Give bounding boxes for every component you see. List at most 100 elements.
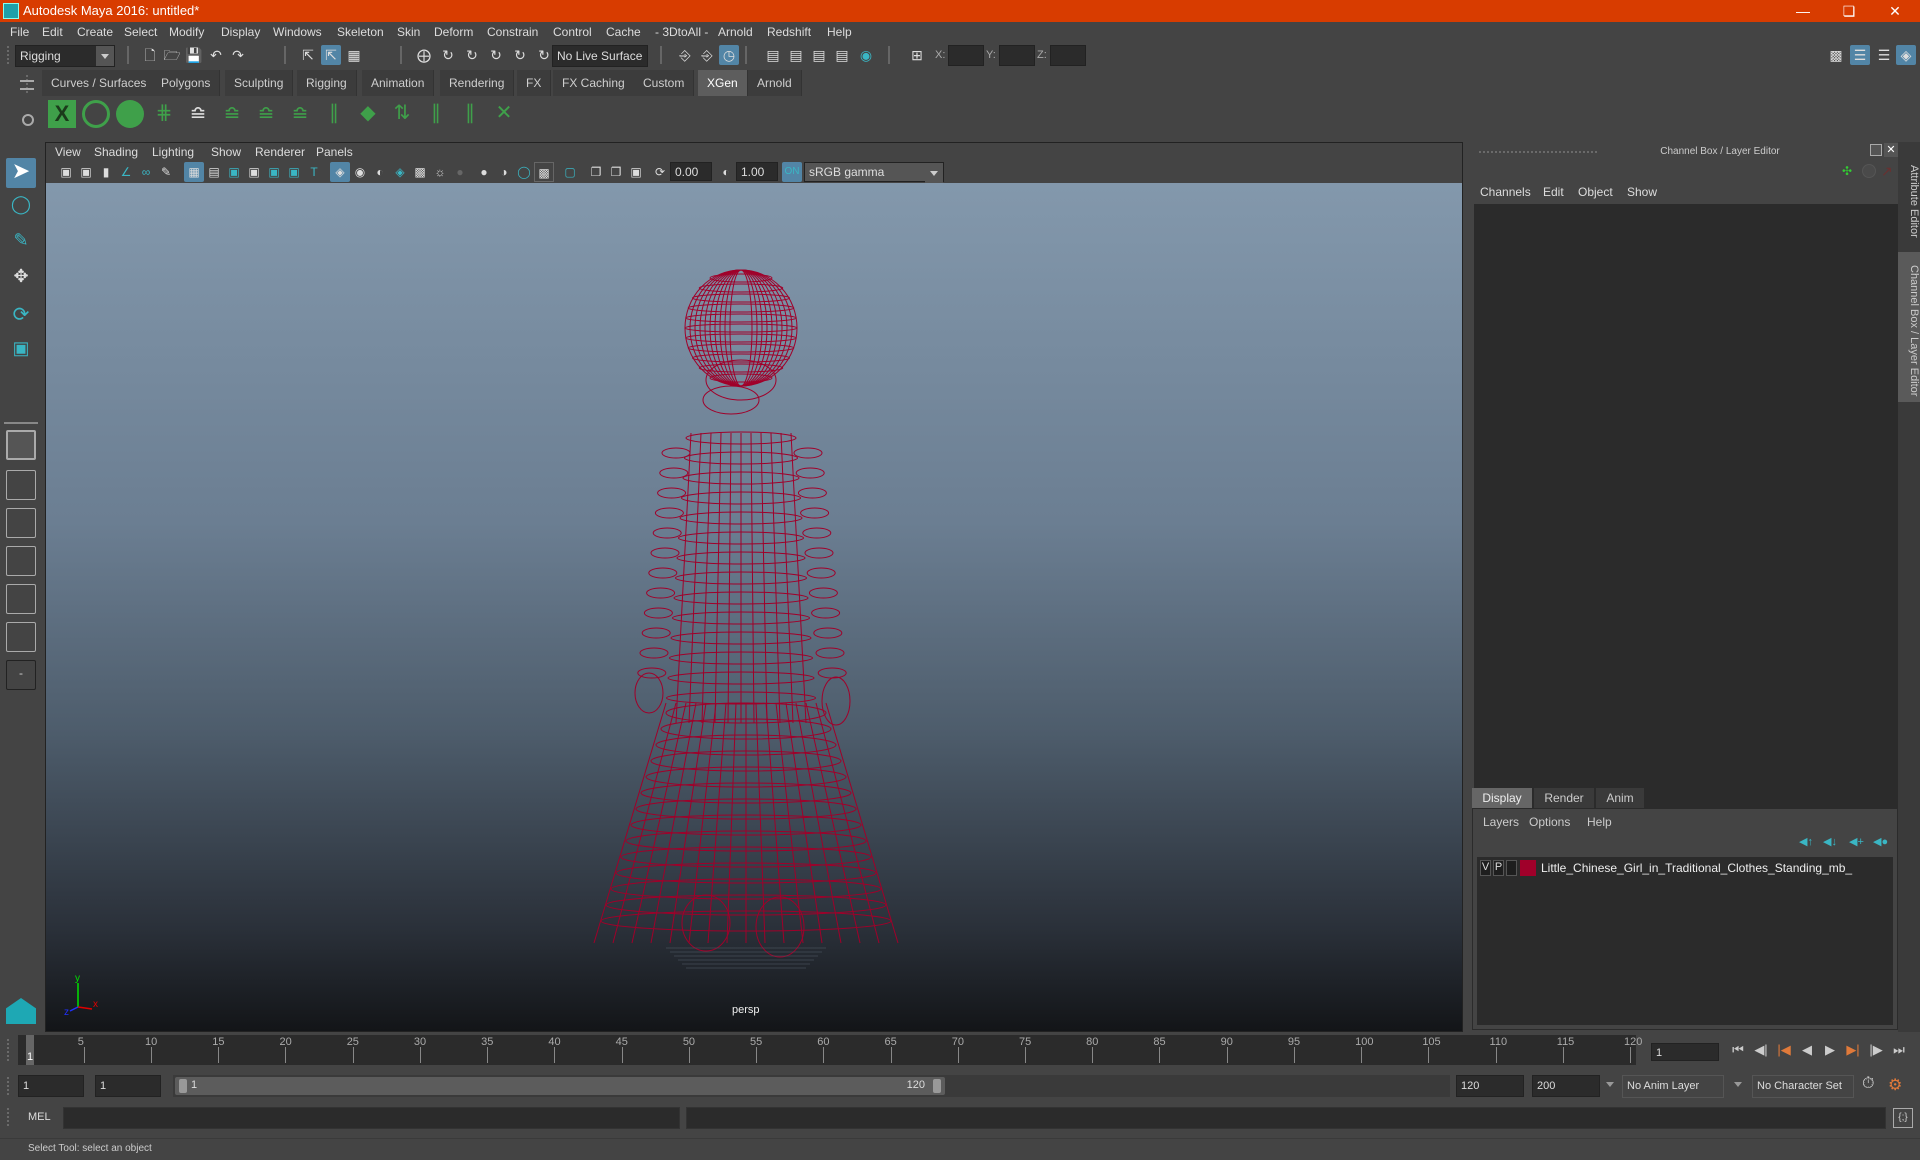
redo-icon[interactable]: ↷ [228, 45, 248, 65]
channel-box-toggle-icon[interactable]: ◈ [1896, 45, 1916, 65]
persp-graph-outliner-layout-icon[interactable] [6, 622, 36, 652]
scale-tool-icon[interactable]: ▣ [6, 338, 36, 368]
wireframe-model[interactable] [46, 183, 1462, 1031]
shelf-tab-sculpting[interactable]: Sculpting [225, 70, 294, 96]
tool-settings-icon[interactable]: ☰ [1874, 45, 1894, 65]
persp-graph-layout-icon[interactable] [6, 546, 36, 576]
menu-control[interactable]: Control [553, 25, 592, 39]
film-gate-icon[interactable]: ▤ [204, 162, 224, 182]
viewport-menu-shading[interactable]: Shading [94, 145, 138, 159]
playback-end-field[interactable]: 120 [1456, 1075, 1524, 1097]
shelf-settings-icon[interactable] [22, 114, 34, 126]
viewport-menu-panels[interactable]: Panels [316, 145, 353, 159]
render-current-icon[interactable]: ▤ [786, 45, 806, 65]
ipr-render-icon[interactable]: ▤ [809, 45, 829, 65]
move-layer-down-icon[interactable]: ◀↓ [1823, 835, 1837, 848]
image-plane-icon[interactable]: ∠ [116, 162, 136, 182]
input-ops-icon[interactable]: ⎆ [675, 45, 695, 65]
resolution-gate-icon[interactable]: ▣ [224, 162, 244, 182]
minimize-button[interactable]: — [1780, 0, 1826, 22]
menu-redshift[interactable]: Redshift [767, 25, 811, 39]
transform-mode-icon[interactable]: ⊞ [907, 45, 927, 65]
shelf-tab-curves-surfaces[interactable]: Curves / Surfaces [42, 70, 157, 96]
ambient-occlusion-icon[interactable]: ● [474, 162, 494, 182]
menu-constrain[interactable]: Constrain [487, 25, 538, 39]
snap-view-plane-icon[interactable]: ↻ [486, 45, 506, 65]
range-start-handle[interactable] [179, 1079, 187, 1093]
step-back-frame-icon[interactable]: |◀ [1774, 1040, 1794, 1060]
float-panel-icon[interactable] [1870, 144, 1882, 156]
character-set-field[interactable]: No Character Set [1752, 1075, 1854, 1098]
isolate-select-icon[interactable]: ▢ [560, 162, 580, 182]
menu-create[interactable]: Create [77, 25, 113, 39]
command-input[interactable] [63, 1107, 680, 1129]
paint-select-tool-icon[interactable]: ✎ [6, 230, 36, 260]
lasso-tool-icon[interactable]: ◯ [6, 194, 36, 224]
grid-icon[interactable]: ▦ [184, 162, 204, 182]
single-perspective-layout-icon[interactable] [6, 430, 36, 460]
menu-cache[interactable]: Cache [606, 25, 641, 39]
manipulator-icon[interactable]: ✣ [1842, 164, 1852, 178]
hypershade-icon[interactable]: ◉ [856, 45, 876, 65]
xgen-editor-icon[interactable]: X [48, 100, 76, 128]
custom-layout-icon[interactable]: - [6, 660, 36, 690]
viewport-menu-show[interactable]: Show [211, 145, 241, 159]
safe-title-icon[interactable]: T [304, 162, 324, 182]
shelf-tab-rigging[interactable]: Rigging [297, 70, 357, 96]
range-end-handle[interactable] [933, 1079, 941, 1093]
help-menu[interactable]: Help [1587, 815, 1612, 829]
edit-menu[interactable]: Edit [1543, 185, 1564, 199]
menu-arnold[interactable]: Arnold [718, 25, 753, 39]
step-forward-frame-icon[interactable]: ▶| [1843, 1040, 1863, 1060]
backface-culling-icon[interactable]: ▣ [626, 162, 646, 182]
layer-color-swatch[interactable] [1520, 860, 1536, 876]
new-scene-icon[interactable]: 🗋 [140, 45, 160, 65]
current-frame-field[interactable]: 1 [1651, 1043, 1719, 1061]
layer-display-type-toggle[interactable] [1506, 860, 1517, 876]
shelf-tab-fx[interactable]: FX [517, 70, 552, 96]
sculpt-guide-icon[interactable]: ⪮ [218, 100, 246, 128]
xray-joints-icon[interactable]: ❐ [586, 162, 606, 182]
construction-history-icon[interactable]: ◷ [719, 45, 739, 65]
convert-guides-icon[interactable]: ∥ [456, 100, 484, 128]
camera-select-icon[interactable]: ▣ [56, 162, 76, 182]
menu-windows[interactable]: Windows [273, 25, 322, 39]
render-view-icon[interactable]: ▤ [763, 45, 783, 65]
menu-deform[interactable]: Deform [434, 25, 473, 39]
shelf-tab-custom[interactable]: Custom [634, 70, 695, 96]
play-backwards-icon[interactable]: ◀ [1797, 1040, 1817, 1060]
start-time-field[interactable]: 1 [18, 1075, 84, 1097]
go-to-start-icon[interactable]: ⏮ [1728, 1040, 1748, 1060]
snap-live-icon[interactable]: ↻ [534, 45, 554, 65]
menu-modify[interactable]: Modify [169, 25, 204, 39]
snap-curve-icon[interactable]: ↻ [438, 45, 458, 65]
speed-arrow-icon[interactable]: ↗ [1881, 163, 1893, 180]
anim-layer-chevron-icon[interactable] [1606, 1082, 1614, 1087]
new-layer-icon[interactable]: ◀+ [1849, 835, 1864, 848]
play-forwards-icon[interactable]: ▶ [1820, 1040, 1840, 1060]
select-component-icon[interactable]: ▦ [344, 45, 364, 65]
bookmark-icon[interactable]: ▮ [96, 162, 116, 182]
xgen-hide-icon[interactable] [116, 100, 144, 128]
auto-key-icon[interactable]: ⏱ [1862, 1075, 1874, 1093]
menu-select[interactable]: Select [124, 25, 157, 39]
modeling-toolkit-icon[interactable]: ▩ [1826, 45, 1846, 65]
wireframe-on-shaded-icon[interactable]: ◐ [370, 162, 390, 182]
field-chart-icon[interactable]: ▣ [264, 162, 284, 182]
exposure-field[interactable]: 0.00 [670, 162, 712, 181]
shading-ball-icon[interactable] [1862, 164, 1876, 178]
layer-name[interactable]: Little_Chinese_Girl_in_Traditional_Cloth… [1541, 861, 1852, 875]
shelf-tab-polygons[interactable]: Polygons [152, 70, 221, 96]
playback-start-field[interactable]: 1 [95, 1075, 161, 1097]
xray-icon[interactable]: ◈ [390, 162, 410, 182]
restore-button[interactable]: ❏ [1826, 0, 1872, 22]
menu-file[interactable]: File [10, 25, 29, 39]
menu-skeleton[interactable]: Skeleton [337, 25, 384, 39]
gamma-field[interactable]: 1.00 [736, 162, 778, 181]
timeline-grip[interactable] [6, 1038, 10, 1062]
render-settings-icon[interactable]: ▤ [832, 45, 852, 65]
range-slider-bar[interactable]: 1 120 [175, 1077, 945, 1095]
x-field[interactable] [948, 45, 984, 66]
undo-icon[interactable]: ↶ [206, 45, 226, 65]
viewport-menu-lighting[interactable]: Lighting [152, 145, 194, 159]
